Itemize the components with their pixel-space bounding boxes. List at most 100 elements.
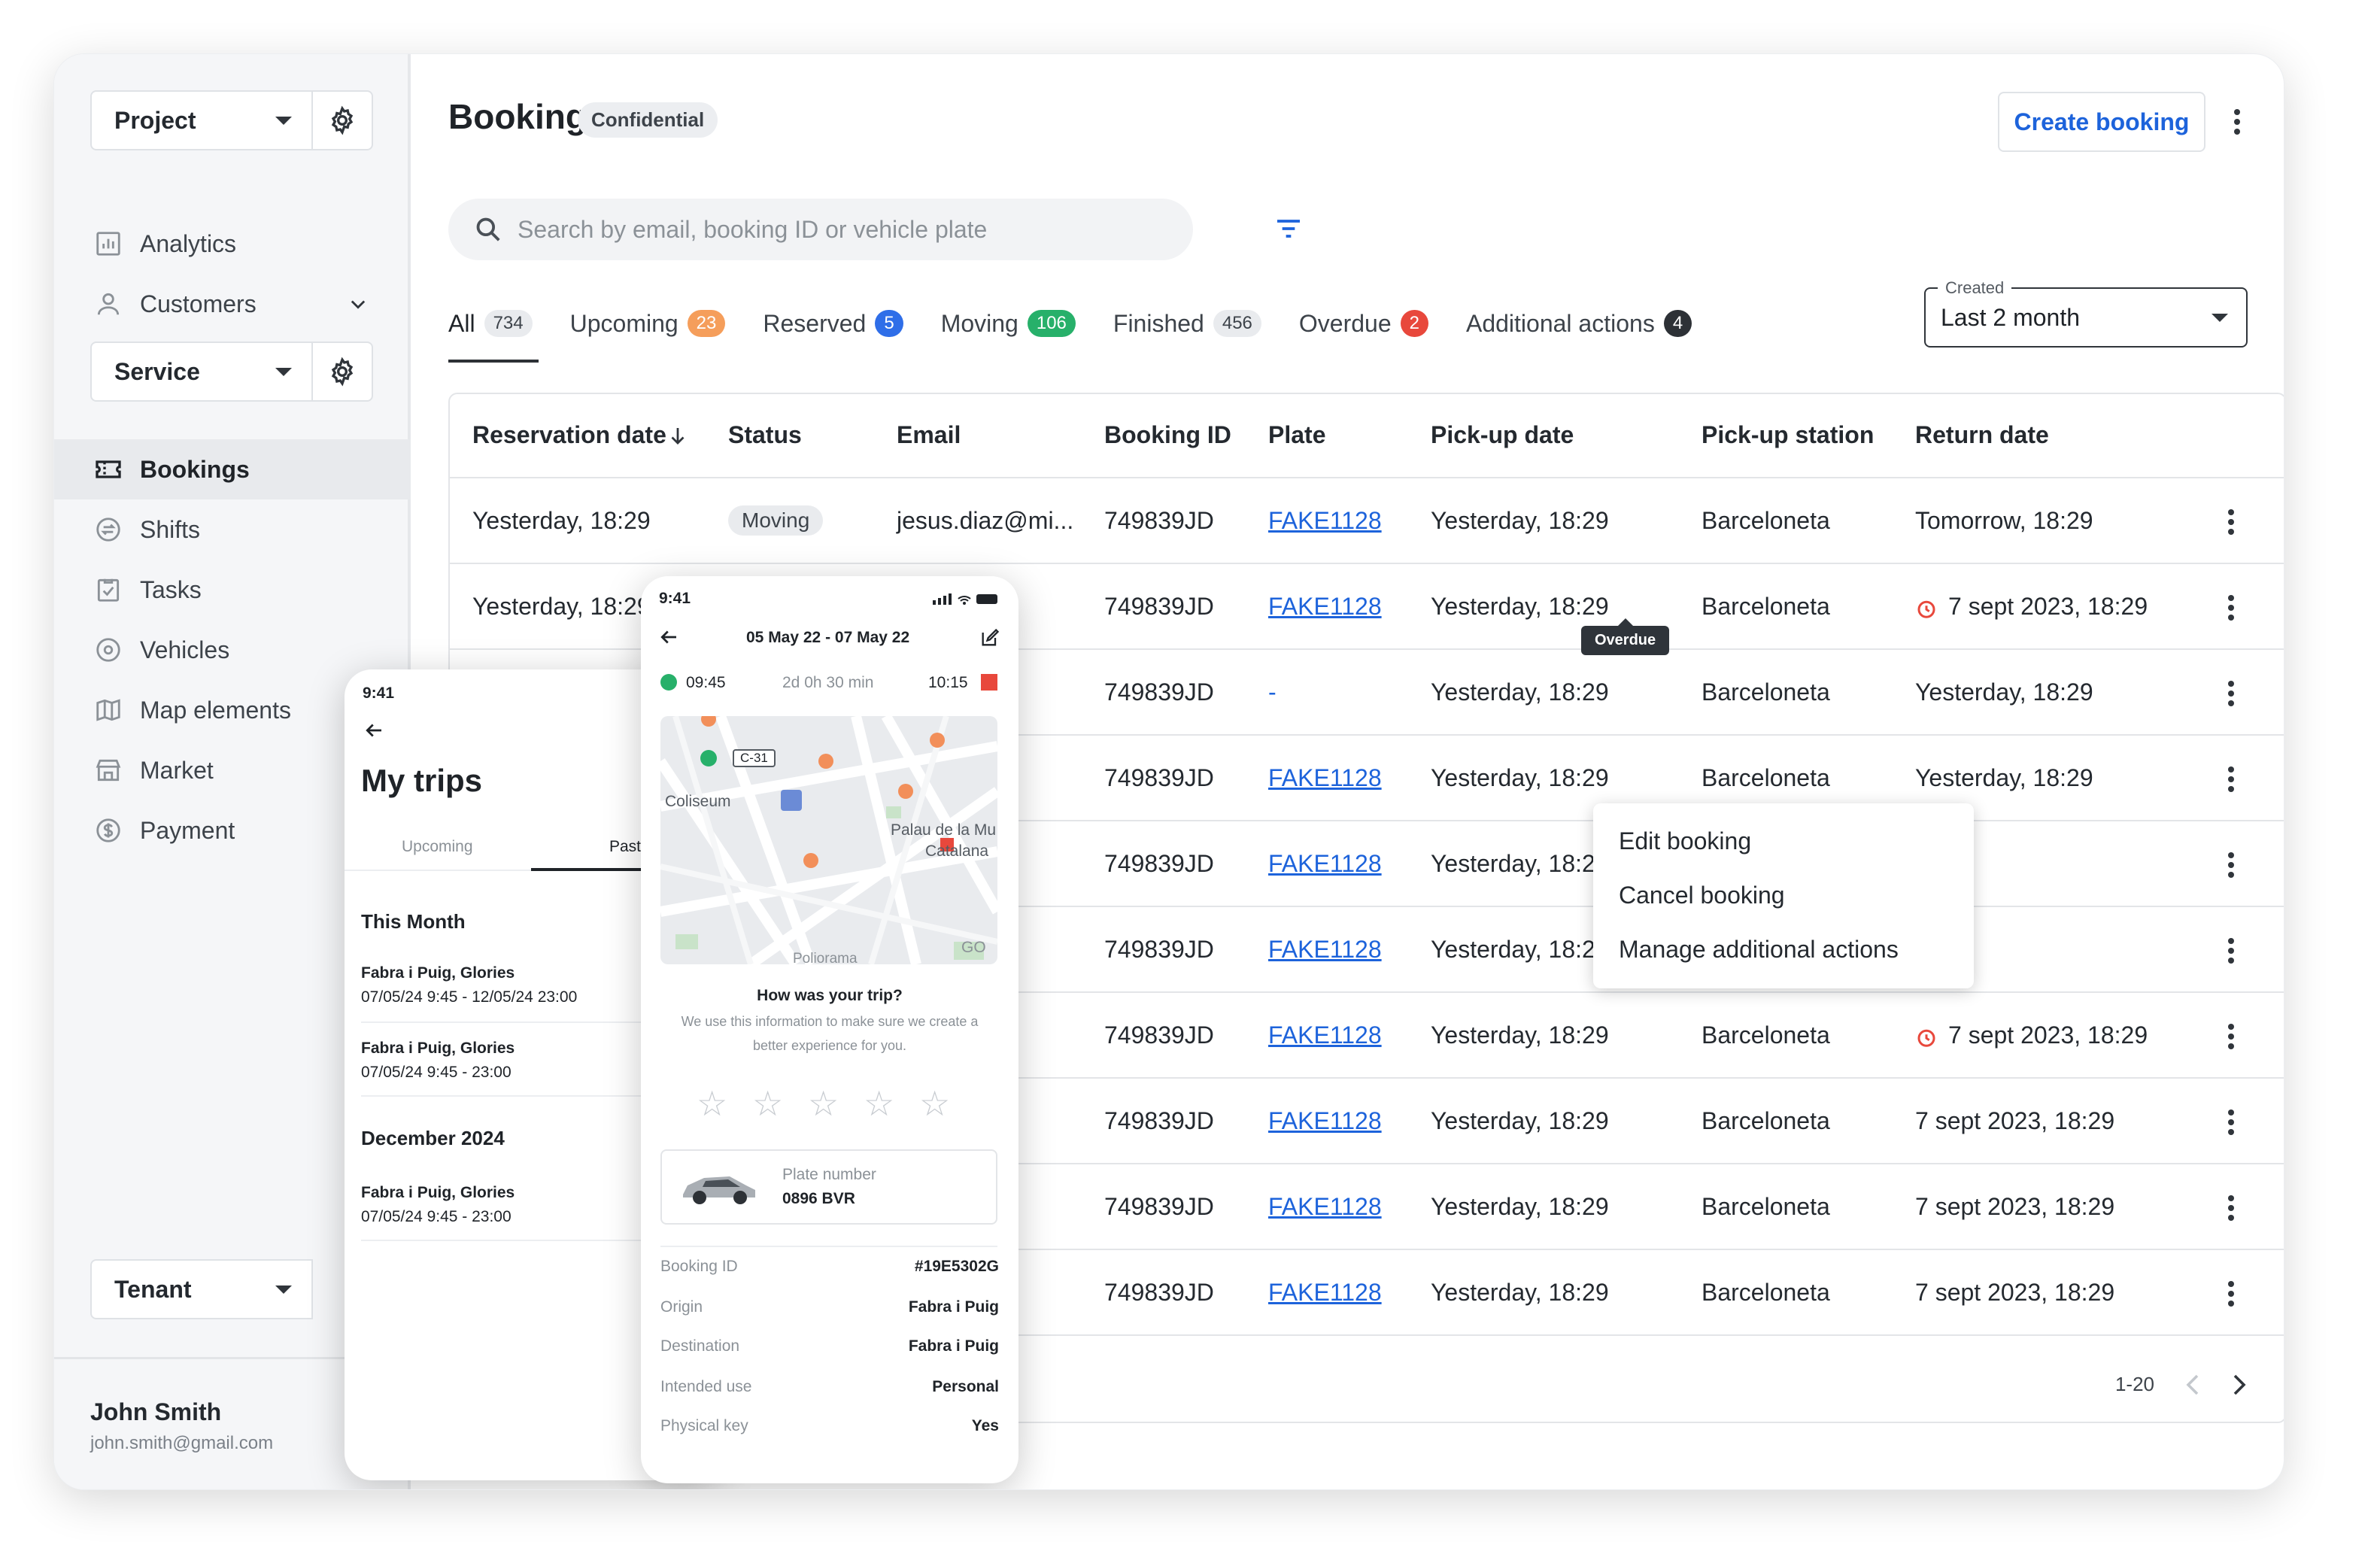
tab-label: Finished <box>1113 309 1204 337</box>
menu-item-manage-additional-actions[interactable]: Manage additional actions <box>1593 922 1974 976</box>
project-selector[interactable]: Project <box>90 90 313 150</box>
star-icon[interactable]: ☆ <box>864 1083 894 1124</box>
sidebar-item-vehicles[interactable]: Vehicles <box>54 620 411 680</box>
tab-finished[interactable]: Finished 456 <box>1113 293 1261 354</box>
col-status[interactable]: Status <box>728 421 802 449</box>
tab-label: Overdue <box>1298 309 1392 337</box>
chevron-right-icon[interactable] <box>2231 1374 2248 1396</box>
more-vertical-icon[interactable] <box>2227 1194 2236 1222</box>
trip-name[interactable]: Fabra i Puig, Glories <box>361 1184 515 1202</box>
created-filter-select[interactable]: Created Last 2 month <box>1924 278 2248 348</box>
trips-tab-past[interactable]: Past <box>609 838 641 856</box>
row-actions-menu: Edit booking Cancel booking Manage addit… <box>1593 803 1974 988</box>
cell-booking-id: 749839JD <box>1104 678 1214 706</box>
tab-count-badge: 4 <box>1663 310 1692 337</box>
cell-email: jesus.diaz@mi... <box>897 507 1074 534</box>
back-arrow-icon[interactable] <box>657 626 680 648</box>
cell-plate[interactable]: FAKE1128 <box>1268 1021 1382 1049</box>
cell-plate[interactable]: FAKE1128 <box>1268 764 1382 792</box>
cell-plate[interactable]: FAKE1128 <box>1268 1107 1382 1135</box>
col-pickup-date[interactable]: Pick-up date <box>1431 421 1574 449</box>
cell-return-date: 7 sept 2023, 18:29 <box>1948 1021 2148 1049</box>
cell-pickup-station: Barceloneta <box>1702 1021 1830 1049</box>
more-vertical-icon[interactable] <box>2227 594 2236 621</box>
sidebar-item-label: Tasks <box>140 575 202 603</box>
service-settings-button[interactable] <box>313 341 373 402</box>
edit-icon[interactable] <box>979 627 1000 648</box>
menu-item-cancel-booking[interactable]: Cancel booking <box>1593 868 1974 922</box>
chevron-left-icon[interactable] <box>2184 1374 2201 1396</box>
tab-reserved[interactable]: Reserved 5 <box>763 293 903 354</box>
back-arrow-icon[interactable] <box>363 719 385 742</box>
chevron-down-icon[interactable] <box>348 293 369 314</box>
sidebar-item-customers[interactable]: Customers <box>54 274 411 334</box>
create-booking-button[interactable]: Create booking <box>1998 92 2205 152</box>
tenant-selector[interactable]: Tenant <box>90 1259 313 1319</box>
detail-value: Personal <box>932 1378 999 1395</box>
col-reservation-date[interactable]: Reservation date <box>472 421 666 449</box>
col-plate[interactable]: Plate <box>1268 421 1325 449</box>
more-vertical-icon[interactable] <box>2227 1280 2236 1307</box>
tab-moving[interactable]: Moving 106 <box>941 293 1076 354</box>
plate-value: 0896 BVR <box>782 1190 855 1207</box>
tab-label: Upcoming <box>569 309 678 337</box>
tab-upcoming[interactable]: Upcoming 23 <box>570 293 726 354</box>
cell-plate[interactable]: - <box>1268 678 1277 706</box>
tab-all[interactable]: All 734 <box>448 293 539 363</box>
star-icon[interactable]: ☆ <box>808 1083 839 1124</box>
more-vertical-icon[interactable] <box>2227 1023 2236 1050</box>
star-icon[interactable]: ☆ <box>697 1083 727 1124</box>
cell-return-date: 7 sept 2023, 18:29 <box>1915 1193 2115 1220</box>
cell-plate[interactable]: FAKE1128 <box>1268 1193 1382 1221</box>
trip-start-time: 09:45 <box>686 674 726 691</box>
tab-count-badge: 106 <box>1027 310 1076 337</box>
tab-label: Moving <box>940 309 1018 337</box>
cell-pickup-date: Yesterday, 18:29 <box>1431 936 1609 963</box>
sidebar-item-label: Customers <box>140 290 257 317</box>
map-label: Poliorama <box>793 951 858 964</box>
trips-tab-upcoming[interactable]: Upcoming <box>402 838 473 856</box>
table-row[interactable]: Yesterday, 18:29 jesus.diaz@mi... 749839JD… <box>450 478 2284 564</box>
trips-title: My trips <box>361 763 483 798</box>
trip-name[interactable]: Fabra i Puig, Glories <box>361 1040 515 1058</box>
trip-name[interactable]: Fabra i Puig, Glories <box>361 964 515 982</box>
more-vertical-icon[interactable] <box>2233 108 2242 135</box>
more-vertical-icon[interactable] <box>2227 937 2236 964</box>
more-vertical-icon[interactable] <box>2227 508 2236 536</box>
search-input[interactable]: Search by email, booking ID or vehicle p… <box>448 199 1193 260</box>
filter-icon[interactable] <box>1273 214 1304 244</box>
sidebar-item-shifts[interactable]: Shifts <box>54 499 411 560</box>
col-email[interactable]: Email <box>897 421 961 449</box>
cell-booking-id: 749839JD <box>1104 850 1214 877</box>
cell-return-date: Yesterday, 18:29 <box>1915 678 2093 706</box>
app-window: Project Analytics Customers Service Book… <box>54 54 2284 1489</box>
tab-overdue[interactable]: Overdue 2 <box>1299 293 1428 354</box>
sidebar-item-label: Market <box>140 756 214 784</box>
menu-item-edit-booking[interactable]: Edit booking <box>1593 814 1974 868</box>
col-return-date[interactable]: Return date <box>1915 421 2049 449</box>
more-vertical-icon[interactable] <box>2227 851 2236 879</box>
arrow-down-icon[interactable] <box>666 423 689 448</box>
more-vertical-icon[interactable] <box>2227 680 2236 707</box>
tab-additional-actions[interactable]: Additional actions 4 <box>1466 293 1692 354</box>
sidebar-item-bookings[interactable]: Bookings <box>54 439 411 499</box>
more-vertical-icon[interactable] <box>2227 766 2236 793</box>
service-selector[interactable]: Service <box>90 341 313 402</box>
trip-map[interactable]: C-31 Coliseum Palau de la Mu Catalana GO… <box>660 716 997 964</box>
col-pickup-station[interactable]: Pick-up station <box>1702 421 1874 449</box>
star-icon[interactable]: ☆ <box>752 1083 783 1124</box>
sidebar-item-tasks[interactable]: Tasks <box>54 560 411 620</box>
user-email: john.smith@gmail.com <box>90 1433 274 1453</box>
cell-plate[interactable]: FAKE1128 <box>1268 936 1382 964</box>
cell-plate[interactable]: FAKE1128 <box>1268 593 1382 621</box>
sidebar-item-analytics[interactable]: Analytics <box>54 214 411 274</box>
cell-plate[interactable]: FAKE1128 <box>1268 1279 1382 1307</box>
cell-plate[interactable]: FAKE1128 <box>1268 507 1382 535</box>
star-icon[interactable]: ☆ <box>919 1083 950 1124</box>
project-settings-button[interactable] <box>313 90 373 150</box>
cell-booking-id: 749839JD <box>1104 1193 1214 1220</box>
col-booking-id[interactable]: Booking ID <box>1104 421 1231 449</box>
cell-plate[interactable]: FAKE1128 <box>1268 850 1382 878</box>
cell-pickup-date: Yesterday, 18:29 <box>1431 764 1609 791</box>
more-vertical-icon[interactable] <box>2227 1109 2236 1136</box>
